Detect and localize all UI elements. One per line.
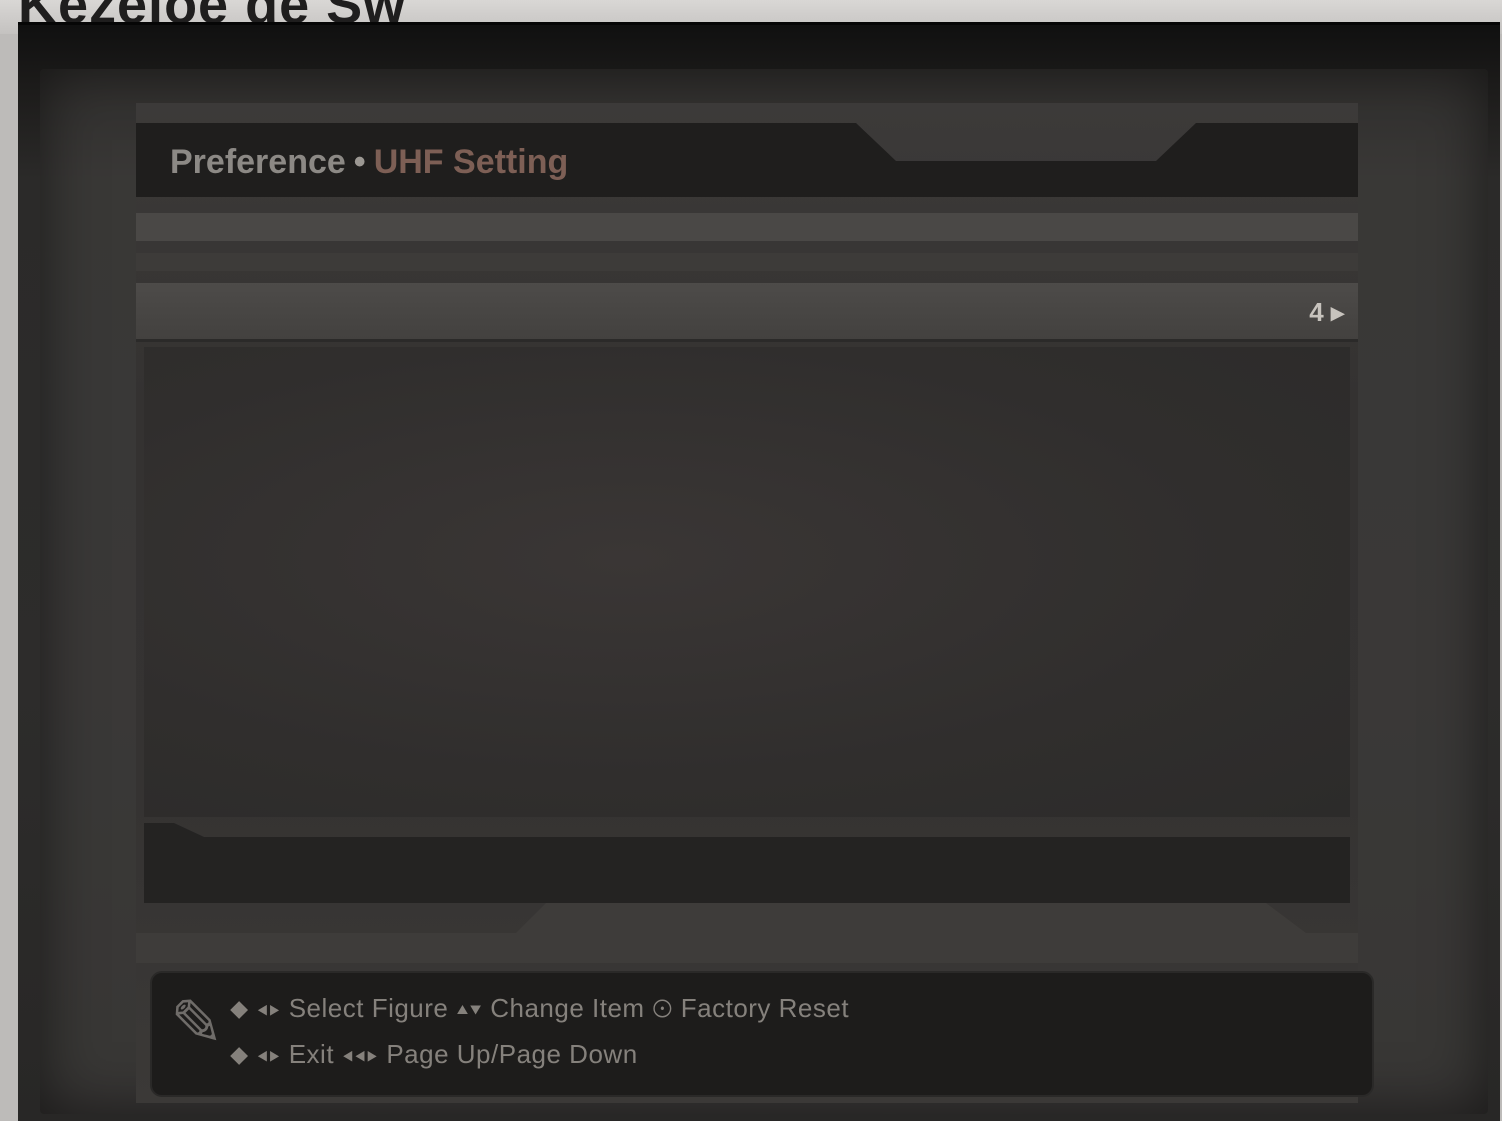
breadcrumb: Preference • UHF Setting <box>170 143 568 182</box>
tv-screen: Preference • UHF Setting 4 ▸ ✎ ⬥ ◂▸ Select… <box>18 22 1500 1121</box>
menu-row-selected[interactable]: 4 ▸ <box>136 283 1358 342</box>
menu-row-value: 4 ▸ <box>1309 297 1344 327</box>
help-line-2: ⬥ ◂▸ Exit ◂◂▸ Page Up/Page Down <box>230 1039 638 1069</box>
menu-content-area <box>144 347 1350 817</box>
breadcrumb-section: Preference <box>170 143 346 181</box>
osd-lower-divider <box>136 903 1358 963</box>
help-line-1: ⬥ ◂▸ Select Figure ▴▾ Change Item ⊙ Fact… <box>230 993 850 1023</box>
osd-menu: Preference • UHF Setting 4 ▸ ✎ ⬥ ◂▸ Select… <box>136 103 1374 1103</box>
menu-divider-top <box>136 213 1358 241</box>
help-bar: ✎ ⬥ ◂▸ Select Figure ▴▾ Change Item ⊙ Fa… <box>150 971 1374 1097</box>
menu-divider-mid <box>136 253 1358 271</box>
breadcrumb-separator: • <box>353 143 366 181</box>
osd-lower-band <box>144 823 1350 903</box>
pencil-icon: ✎ <box>170 987 224 1059</box>
breadcrumb-subsection: UHF Setting <box>373 143 569 181</box>
photo-frame: Kezeloe de Sw Preference • UHF Setting 4 ▸… <box>0 0 1502 1121</box>
